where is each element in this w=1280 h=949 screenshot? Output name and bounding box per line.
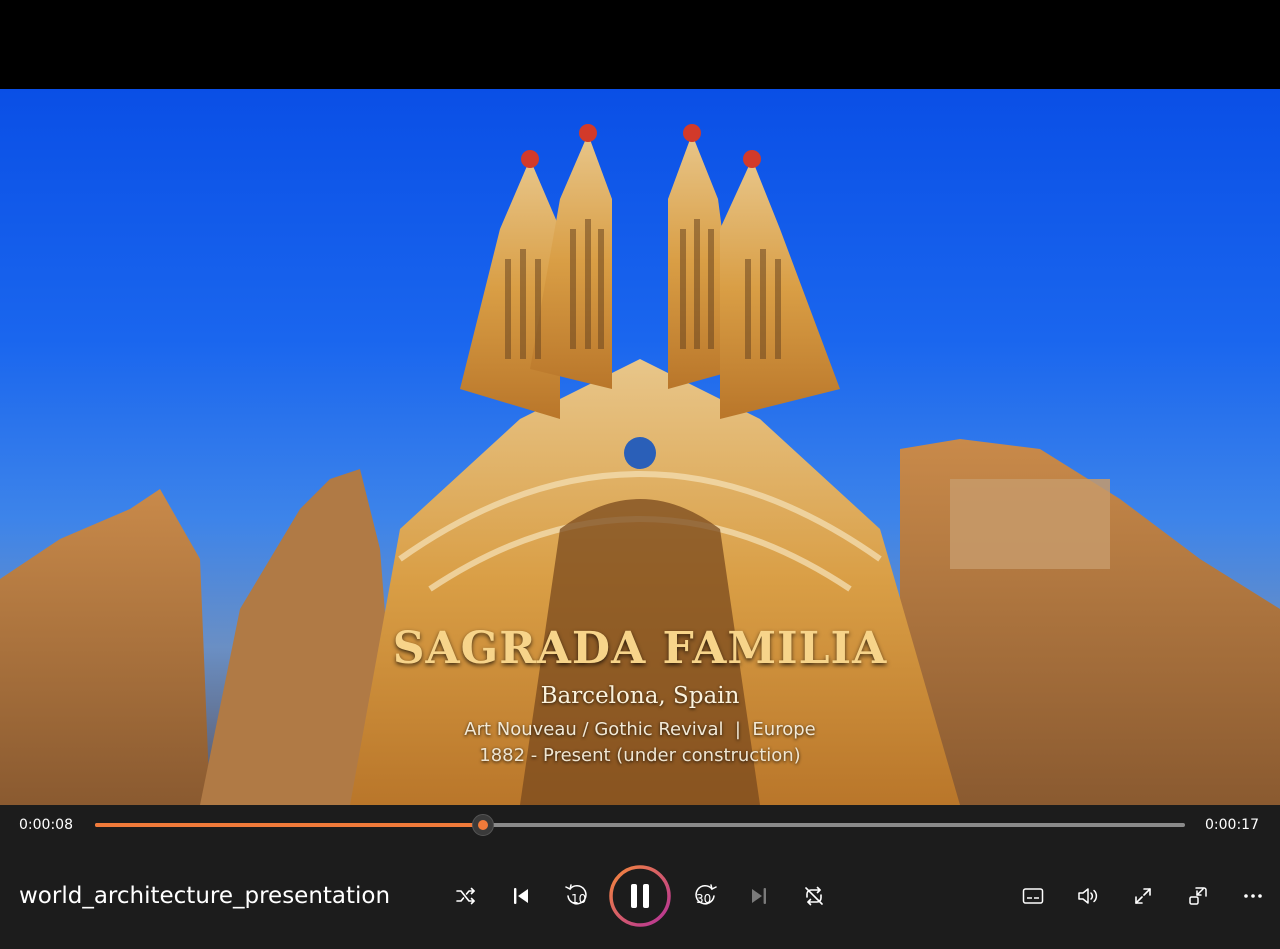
seek-progress [95, 823, 484, 827]
pause-button[interactable] [609, 865, 671, 927]
total-duration: 0:00:17 [1205, 817, 1259, 833]
subtitles-icon [1022, 888, 1044, 904]
video-caption-title: SAGRADA FAMILIA [392, 623, 888, 674]
skip-forward-button[interactable]: 30 [688, 879, 722, 913]
repeat-off-icon [805, 886, 823, 906]
seek-bar[interactable] [95, 814, 1185, 836]
media-title: world_architecture_presentation [19, 883, 391, 909]
previous-icon [514, 888, 528, 904]
shuffle-button[interactable] [451, 881, 481, 911]
subtitles-button[interactable] [1018, 881, 1048, 911]
next-icon [752, 888, 766, 904]
repeat-button[interactable] [799, 881, 829, 911]
mini-player-button[interactable] [1183, 881, 1213, 911]
elapsed-time: 0:00:08 [19, 817, 73, 833]
volume-button[interactable] [1073, 881, 1103, 911]
fullscreen-button[interactable] [1128, 881, 1158, 911]
previous-button[interactable] [506, 881, 536, 911]
next-button[interactable] [744, 881, 774, 911]
skip-forward-seconds: 30 [696, 892, 712, 906]
player-controls: 0:00:08 0:00:17 world_architecture_prese… [0, 805, 1280, 949]
top-letterbox [0, 0, 1280, 89]
skip-back-button[interactable]: 10 [560, 879, 594, 913]
mini-player-icon [1189, 887, 1207, 905]
more-options-button[interactable] [1238, 881, 1268, 911]
volume-icon [1078, 888, 1098, 904]
more-options-icon [1244, 894, 1262, 898]
seek-thumb[interactable] [472, 814, 495, 836]
video-caption-location: Barcelona, Spain [540, 683, 740, 709]
shuffle-icon [456, 887, 475, 905]
pause-icon [609, 865, 671, 927]
fullscreen-icon [1135, 888, 1151, 904]
video-caption-style: Art Nouveau / Gothic Revival | Europe [464, 719, 816, 740]
video-caption-years: 1882 - Present (under construction) [479, 745, 801, 766]
video-frame[interactable]: SAGRADA FAMILIA Barcelona, Spain Art Nou… [0, 89, 1280, 805]
skip-back-seconds: 10 [571, 892, 587, 906]
